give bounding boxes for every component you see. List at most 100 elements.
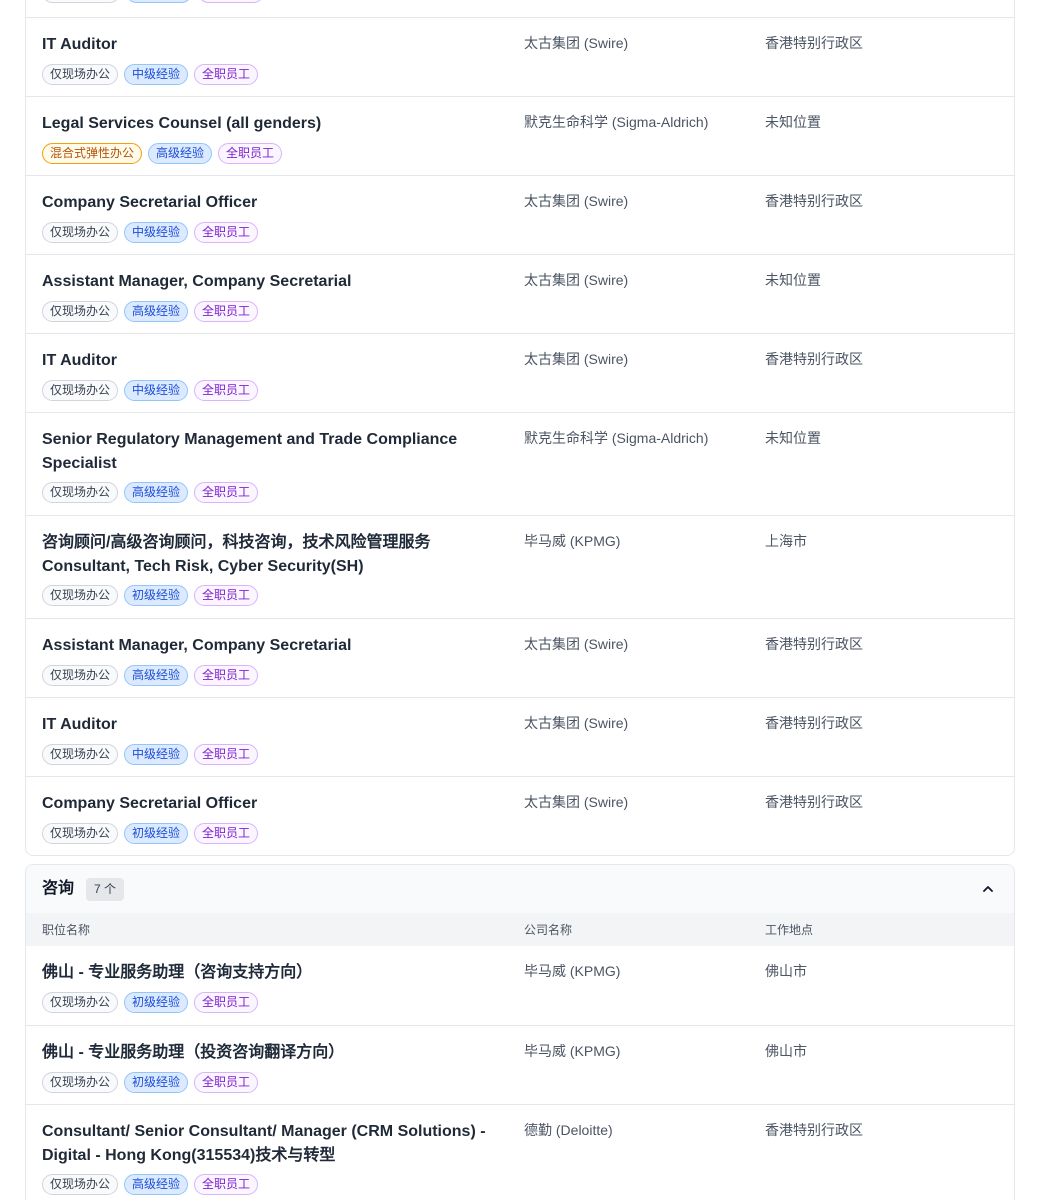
tag-badge: 高级经验 bbox=[124, 665, 189, 686]
tag-badge: 中级经验 bbox=[124, 744, 189, 765]
job-title[interactable]: 佛山 - 专业服务助理（咨询支持方向） bbox=[42, 961, 502, 985]
tag-badge: 中级经验 bbox=[124, 380, 189, 401]
tag-badge: 高级经验 bbox=[148, 143, 213, 164]
tag-badge: 高级经验 bbox=[124, 482, 189, 503]
job-row[interactable]: 佛山 - 专业服务助理（咨询支持方向） 毕马威 (KPMG) 佛山市 仅现场办公 初级经… bbox=[26, 946, 1014, 1025]
company-name: 太古集团 (Swire) bbox=[524, 351, 629, 367]
count-badge: 7 个 bbox=[86, 878, 125, 901]
company-name: 太古集团 (Swire) bbox=[524, 636, 629, 652]
job-location: 香港特别行政区 bbox=[765, 1122, 863, 1138]
column-header-company: 公司名称 bbox=[524, 923, 573, 937]
tag-badge: 仅现场办公 bbox=[42, 380, 119, 401]
job-location: 香港特别行政区 bbox=[765, 794, 863, 810]
job-title[interactable]: Assistant Manager, Company Secretarial bbox=[42, 270, 502, 294]
tag-badge: 全职员工 bbox=[194, 665, 259, 686]
job-location: 未知位置 bbox=[765, 430, 821, 446]
tag-badge: 全职员工 bbox=[194, 380, 259, 401]
job-list: IT Auditor 太古集团 (Swire) 香港特别行政区 仅现场办公 中级经验 全职… bbox=[26, 17, 1014, 855]
tag-badge: 混合式弹性办公 bbox=[42, 143, 143, 164]
job-row[interactable]: IT Auditor 太古集团 (Swire) 香港特别行政区 仅现场办公 中级经验 全职… bbox=[26, 17, 1014, 96]
tag-badge: 全职员工 bbox=[194, 1072, 259, 1093]
job-location: 香港特别行政区 bbox=[765, 636, 863, 652]
tag-badge: 仅现场办公 bbox=[42, 301, 119, 322]
group-header[interactable]: 咨询 7 个 bbox=[26, 865, 1014, 913]
job-title[interactable]: Assistant Manager, Company Secretarial bbox=[42, 634, 502, 658]
tag-badge: 仅现场办公 bbox=[42, 1072, 119, 1093]
tag-list: 仅现场办公 初级经验 全职员工 bbox=[42, 1072, 259, 1093]
company-name: 太古集团 (Swire) bbox=[524, 35, 629, 51]
tag-badge: 中级经验 bbox=[124, 64, 189, 85]
company-name: 默克生命科学 (Sigma-Aldrich) bbox=[524, 114, 709, 130]
job-title[interactable]: Company Secretarial Officer bbox=[42, 792, 502, 816]
tag-partial bbox=[126, 0, 192, 3]
job-location: 未知位置 bbox=[765, 272, 821, 288]
job-row[interactable]: Assistant Manager, Company Secretarial 太古… bbox=[26, 618, 1014, 697]
tag-badge: 初级经验 bbox=[124, 992, 189, 1013]
job-group-card-consulting: 咨询 7 个 职位名称 公司名称 工作地点 佛山 - 专业服务助理（咨询支持方向… bbox=[25, 864, 1015, 1200]
job-location: 香港特别行政区 bbox=[765, 193, 863, 209]
company-name: 太古集团 (Swire) bbox=[524, 272, 629, 288]
job-title[interactable]: 咨询顾问/高级咨询顾问，科技咨询，技术风险管理服务 Consultant, Te… bbox=[42, 531, 502, 579]
tag-list: 混合式弹性办公 高级经验 全职员工 bbox=[42, 143, 283, 164]
tag-badge: 全职员工 bbox=[194, 585, 259, 606]
tag-badge: 初级经验 bbox=[124, 1072, 189, 1093]
job-list: 佛山 - 专业服务助理（咨询支持方向） 毕马威 (KPMG) 佛山市 仅现场办公 初级经… bbox=[26, 946, 1014, 1200]
tag-badge: 仅现场办公 bbox=[42, 823, 119, 844]
tag-badge: 中级经验 bbox=[124, 222, 189, 243]
company-name: 太古集团 (Swire) bbox=[524, 715, 629, 731]
job-title[interactable]: IT Auditor bbox=[42, 33, 502, 57]
tag-list: 仅现场办公 高级经验 全职员工 bbox=[42, 301, 259, 322]
company-name: 毕马威 (KPMG) bbox=[524, 533, 621, 549]
tag-list: 仅现场办公 初级经验 全职员工 bbox=[42, 823, 259, 844]
job-row[interactable]: Senior Regulatory Management and Trade C… bbox=[26, 412, 1014, 515]
job-location: 未知位置 bbox=[765, 114, 821, 130]
tag-badge: 全职员工 bbox=[194, 222, 259, 243]
chevron-up-icon[interactable] bbox=[980, 881, 996, 897]
tag-badge: 全职员工 bbox=[194, 823, 259, 844]
tag-list: 仅现场办公 中级经验 全职员工 bbox=[42, 744, 259, 765]
job-title[interactable]: 佛山 - 专业服务助理（投资咨询翻译方向） bbox=[42, 1041, 502, 1065]
table-header: 职位名称 公司名称 工作地点 bbox=[26, 913, 1014, 946]
tag-badge: 仅现场办公 bbox=[42, 744, 119, 765]
company-name: 德勤 (Deloitte) bbox=[524, 1122, 613, 1138]
job-location: 佛山市 bbox=[765, 963, 807, 979]
tag-list: 仅现场办公 初级经验 全职员工 bbox=[42, 585, 259, 606]
tag-list: 仅现场办公 中级经验 全职员工 bbox=[42, 380, 259, 401]
tag-badge: 全职员工 bbox=[194, 744, 259, 765]
job-row[interactable]: IT Auditor 太古集团 (Swire) 香港特别行政区 仅现场办公 中级经验 全职… bbox=[26, 333, 1014, 412]
tag-list: 仅现场办公 高级经验 全职员工 bbox=[42, 482, 259, 503]
job-row[interactable]: Assistant Manager, Company Secretarial 太古… bbox=[26, 254, 1014, 333]
job-row-partial[interactable] bbox=[26, 0, 1014, 17]
job-row[interactable]: Company Secretarial Officer 太古集团 (Swire) 香… bbox=[26, 175, 1014, 254]
job-row[interactable]: IT Auditor 太古集团 (Swire) 香港特别行政区仅现场办公 中级经验 全职… bbox=[26, 697, 1014, 776]
column-header-location: 工作地点 bbox=[765, 923, 814, 937]
job-row[interactable]: Consultant/ Senior Consultant/ Manager (… bbox=[26, 1104, 1014, 1200]
job-row[interactable]: 咨询顾问/高级咨询顾问，科技咨询，技术风险管理服务 Consultant, Te… bbox=[26, 515, 1014, 618]
column-header-title: 职位名称 bbox=[42, 923, 91, 937]
tag-badge: 仅现场办公 bbox=[42, 585, 119, 606]
job-row[interactable]: Company Secretarial Officer 太古集团 (Swire) 香… bbox=[26, 776, 1014, 855]
job-title[interactable]: Legal Services Counsel (all genders) bbox=[42, 112, 502, 136]
company-name: 太古集团 (Swire) bbox=[524, 193, 629, 209]
job-title[interactable]: IT Auditor bbox=[42, 713, 502, 737]
job-title[interactable]: Company Secretarial Officer bbox=[42, 191, 502, 215]
tag-list: 仅现场办公 中级经验 全职员工 bbox=[42, 222, 259, 243]
job-location: 上海市 bbox=[765, 533, 807, 549]
tag-badge: 全职员工 bbox=[194, 1174, 259, 1195]
tag-list: 仅现场办公 高级经验 全职员工 bbox=[42, 1174, 259, 1195]
tag-badge: 仅现场办公 bbox=[42, 482, 119, 503]
tag-badge: 全职员工 bbox=[218, 143, 283, 164]
job-title[interactable]: Consultant/ Senior Consultant/ Manager (… bbox=[42, 1120, 502, 1168]
job-title[interactable]: IT Auditor bbox=[42, 349, 502, 373]
tag-list bbox=[42, 0, 264, 3]
tag-badge: 全职员工 bbox=[194, 992, 259, 1013]
tag-badge: 仅现场办公 bbox=[42, 64, 119, 85]
job-row[interactable]: 佛山 - 专业服务助理（投资咨询翻译方向） 毕马威 (KPMG) 佛山市 仅现场办公初… bbox=[26, 1025, 1014, 1104]
tag-badge: 全职员工 bbox=[194, 301, 259, 322]
tag-list: 仅现场办公 初级经验 全职员工 bbox=[42, 992, 259, 1013]
tag-badge: 全职员工 bbox=[194, 64, 259, 85]
job-location: 香港特别行政区 bbox=[765, 715, 863, 731]
tag-list: 仅现场办公 高级经验 全职员工 bbox=[42, 665, 259, 686]
job-row[interactable]: Legal Services Counsel (all genders) 默克生命… bbox=[26, 96, 1014, 175]
job-title[interactable]: Senior Regulatory Management and Trade C… bbox=[42, 428, 502, 476]
